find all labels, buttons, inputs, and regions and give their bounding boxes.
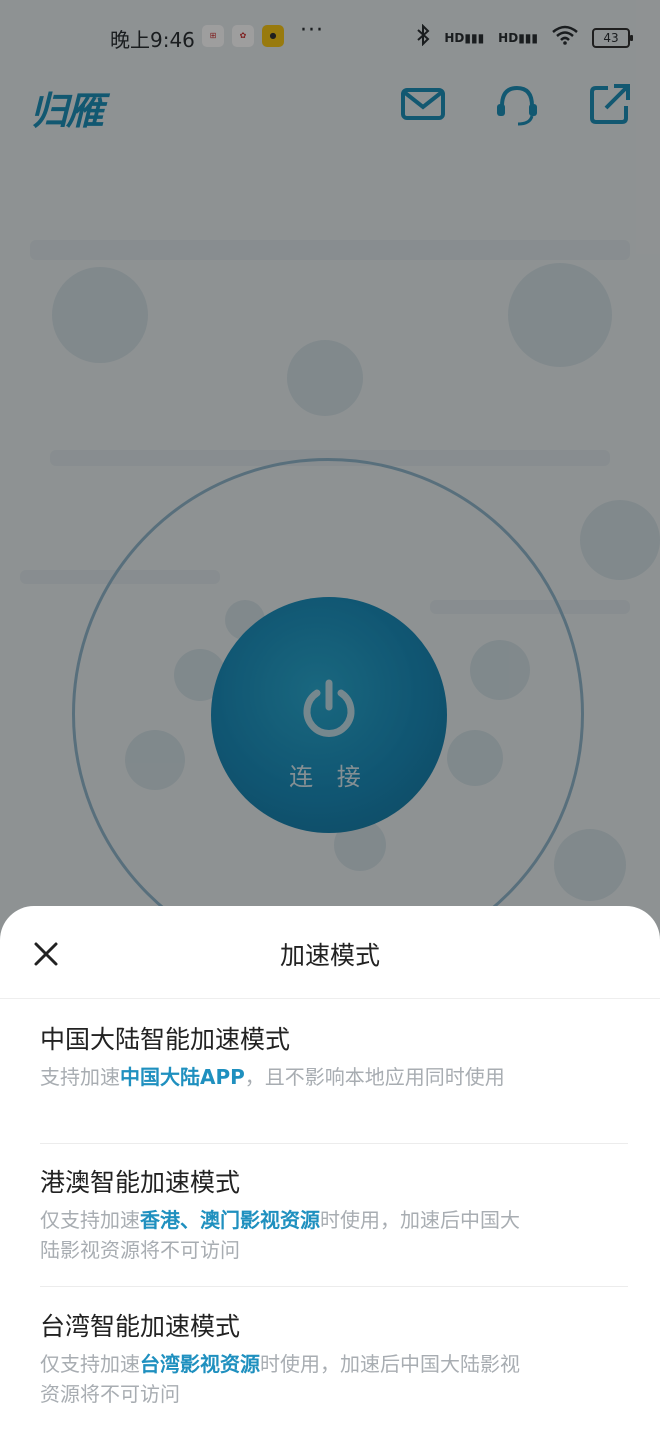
acceleration-mode-sheet: 加速模式 中国大陆智能加速模式 支持加速中国大陆APP，且不影响本地应用同时使用… <box>0 906 660 1430</box>
divider <box>40 1286 628 1287</box>
mode-highlight: 中国大陆APP <box>120 1065 245 1089</box>
sheet-title: 加速模式 <box>279 941 380 970</box>
mode-item-mainland[interactable]: 中国大陆智能加速模式 支持加速中国大陆APP，且不影响本地应用同时使用 <box>40 1022 628 1092</box>
divider <box>0 998 660 999</box>
mode-highlight: 香港、澳门影视资源 <box>140 1208 320 1232</box>
mode-highlight: 台湾影视资源 <box>140 1352 260 1376</box>
mode-description: 仅支持加速香港、澳门影视资源时使用，加速后中国大陆影视资源将不可访问 <box>40 1208 520 1262</box>
mode-item-taiwan[interactable]: 台湾智能加速模式 仅支持加速台湾影视资源时使用，加速后中国大陆影视资源将不可访问 <box>40 1309 628 1409</box>
mode-title: 中国大陆智能加速模式 <box>40 1025 291 1054</box>
mode-description: 支持加速中国大陆APP，且不影响本地应用同时使用 <box>40 1065 505 1089</box>
divider <box>40 1143 628 1144</box>
mode-title: 台湾智能加速模式 <box>40 1312 241 1341</box>
mode-item-hk-macau[interactable]: 港澳智能加速模式 仅支持加速香港、澳门影视资源时使用，加速后中国大陆影视资源将不… <box>40 1165 628 1265</box>
mode-title: 港澳智能加速模式 <box>40 1168 241 1197</box>
mode-description: 仅支持加速台湾影视资源时使用，加速后中国大陆影视资源将不可访问 <box>40 1352 520 1406</box>
